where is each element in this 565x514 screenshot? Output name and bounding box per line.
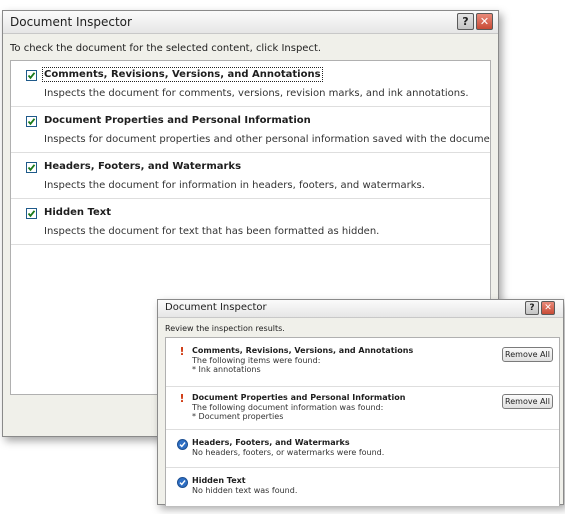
option-title: Document Properties and Personal Informa… — [44, 115, 311, 126]
back-dialog-title: Document Inspector — [10, 15, 132, 29]
result-found-item: * Document properties — [192, 412, 284, 421]
result-detail: No hidden text was found. — [192, 486, 298, 495]
front-close-button[interactable]: ✕ — [541, 301, 555, 315]
exclamation-icon: ! — [179, 392, 185, 405]
option-title: Hidden Text — [44, 207, 112, 218]
result-row-comments: ! Comments, Revisions, Versions, and Ann… — [166, 338, 559, 387]
result-found-item: * Ink annotations — [192, 365, 261, 374]
result-row-hidden-text: Hidden Text No hidden text was found. — [166, 468, 559, 506]
checkmark-circle-icon — [177, 477, 188, 488]
front-results-panel: ! Comments, Revisions, Versions, and Ann… — [165, 337, 560, 506]
front-document-inspector-dialog: Document Inspector ? ✕ Review the inspec… — [157, 299, 564, 506]
back-close-button[interactable]: ✕ — [476, 13, 493, 30]
checkmark-circle-icon — [177, 439, 188, 450]
option-description: Inspects for document properties and oth… — [44, 134, 491, 145]
checkbox-document-properties[interactable] — [26, 116, 37, 127]
result-row-headers-footers: Headers, Footers, and Watermarks No head… — [166, 430, 559, 468]
option-description: Inspects the document for comments, vers… — [44, 88, 469, 99]
checkbox-headers-footers[interactable] — [26, 162, 37, 173]
front-dialog-title: Document Inspector — [165, 302, 267, 313]
result-row-document-properties: ! Document Properties and Personal Infor… — [166, 387, 559, 430]
result-title: Comments, Revisions, Versions, and Annot… — [192, 346, 414, 355]
option-title: Headers, Footers, and Watermarks — [44, 161, 242, 172]
close-icon: ✕ — [479, 15, 490, 28]
help-icon: ? — [529, 302, 535, 313]
option-row-hidden-text: Hidden Text Inspects the document for te… — [11, 199, 490, 245]
result-title: Headers, Footers, and Watermarks — [192, 438, 350, 447]
option-row-comments: Comments, Revisions, Versions, and Annot… — [11, 61, 490, 107]
result-title: Hidden Text — [192, 476, 246, 485]
result-detail: The following document information was f… — [192, 403, 384, 412]
back-help-button[interactable]: ? — [457, 13, 474, 30]
exclamation-icon: ! — [179, 345, 185, 358]
remove-all-button-document-properties[interactable]: Remove All — [502, 394, 553, 409]
front-title-bar[interactable]: Document Inspector ? ✕ — [158, 300, 563, 318]
option-row-document-properties: Document Properties and Personal Informa… — [11, 107, 490, 153]
checkmark-icon — [27, 164, 36, 172]
result-title: Document Properties and Personal Informa… — [192, 393, 406, 402]
back-intro-text: To check the document for the selected c… — [10, 43, 322, 54]
option-title: Comments, Revisions, Versions, and Annot… — [42, 67, 323, 82]
front-intro-text: Review the inspection results. — [165, 324, 285, 333]
checkmark-icon — [27, 210, 36, 218]
result-detail: The following items were found: — [192, 356, 321, 365]
checkmark-icon — [27, 118, 36, 126]
checkmark-icon — [27, 72, 36, 80]
remove-all-button-comments[interactable]: Remove All — [502, 347, 553, 362]
option-description: Inspects the document for information in… — [44, 180, 425, 191]
help-icon: ? — [462, 15, 469, 28]
checkbox-hidden-text[interactable] — [26, 208, 37, 219]
back-title-bar[interactable]: Document Inspector ? ✕ — [3, 11, 498, 34]
option-description: Inspects the document for text that has … — [44, 226, 380, 237]
front-help-button[interactable]: ? — [525, 301, 539, 315]
close-icon: ✕ — [544, 302, 552, 313]
option-row-headers-footers: Headers, Footers, and Watermarks Inspect… — [11, 153, 490, 199]
result-detail: No headers, footers, or watermarks were … — [192, 448, 385, 457]
checkbox-comments[interactable] — [26, 70, 37, 81]
